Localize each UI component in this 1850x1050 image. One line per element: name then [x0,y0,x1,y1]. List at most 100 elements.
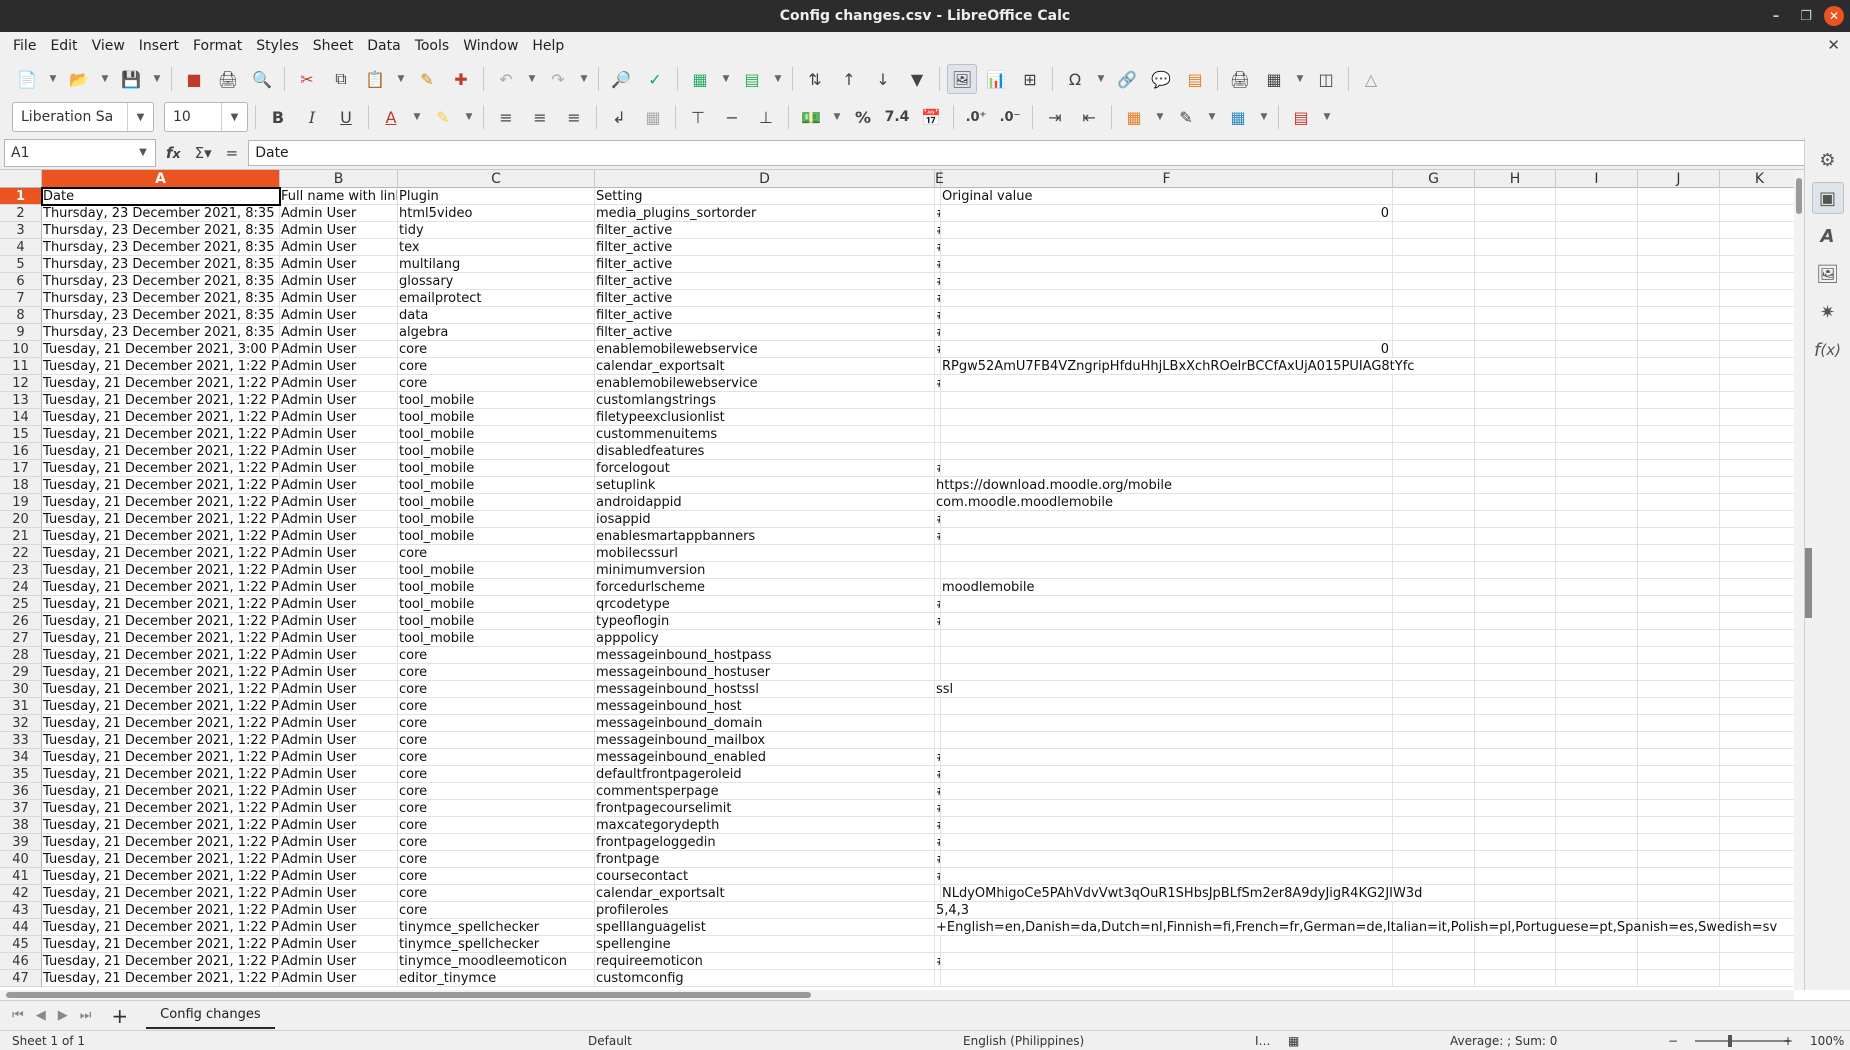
row-icon[interactable]: ▦ [685,64,715,94]
cell-a41[interactable]: Tuesday, 21 December 2021, 1:22 PM [42,868,280,885]
cell-c31[interactable]: core [398,698,595,715]
cell-c8[interactable]: data [398,307,595,324]
row-header[interactable]: 35 [0,766,42,783]
row-header[interactable]: 21 [0,528,42,545]
cell-f47[interactable] [941,970,1393,987]
cell-j19[interactable] [1638,494,1720,511]
cell-b44[interactable]: Admin User [280,919,398,936]
status-language[interactable]: English (Philippines) [963,1034,1084,1048]
cell-b43[interactable]: Admin User [280,902,398,919]
row-header[interactable]: 27 [0,630,42,647]
cell-d30[interactable]: messageinbound_hostssl [595,681,935,698]
cell-g28[interactable] [1393,647,1475,664]
currency-format-icon[interactable]: 💵 [796,102,826,132]
cell-b26[interactable]: Admin User [280,613,398,630]
cell-d20[interactable]: iosappid [595,511,935,528]
zoom-slider-knob[interactable] [1728,1035,1732,1047]
align-left-icon[interactable]: ≡ [491,102,521,132]
borders-dropdown[interactable]: ▼ [1153,102,1167,132]
row-header[interactable]: 25 [0,596,42,613]
menu-sheet[interactable]: Sheet [306,38,360,54]
cell-j32[interactable] [1638,715,1720,732]
cell-j43[interactable] [1638,902,1720,919]
cut-icon[interactable]: ✂ [292,64,322,94]
cell-a31[interactable]: Tuesday, 21 December 2021, 1:22 PM [42,698,280,715]
border-style-icon[interactable]: ✎ [1171,102,1201,132]
cell-h2[interactable] [1475,205,1556,222]
cell-g38[interactable] [1393,817,1475,834]
cell-a4[interactable]: Thursday, 23 December 2021, 8:35 AM [42,239,280,256]
cell-j27[interactable] [1638,630,1720,647]
cell-h32[interactable] [1475,715,1556,732]
cell-i6[interactable] [1556,273,1638,290]
cell-b2[interactable]: Admin User [280,205,398,222]
border-color-icon[interactable]: ▦ [1223,102,1253,132]
freeze-rows-columns-icon[interactable]: ▦ [1259,64,1289,94]
cell-f25[interactable] [941,596,1393,613]
cell-b25[interactable]: Admin User [280,596,398,613]
undo-icon[interactable]: ↶ [491,64,521,94]
cell-k32[interactable] [1720,715,1794,732]
maximize-button[interactable]: ❐ [1794,4,1818,28]
cell-i25[interactable] [1556,596,1638,613]
cell-i34[interactable] [1556,749,1638,766]
cell-j16[interactable] [1638,443,1720,460]
cell-h22[interactable] [1475,545,1556,562]
cell-f21[interactable] [941,528,1393,545]
cell-d25[interactable]: qrcodetype [595,596,935,613]
cell-f40[interactable] [941,851,1393,868]
sidebar-collapse-handle[interactable] [1805,548,1812,618]
cell-k37[interactable] [1720,800,1794,817]
select-all-corner[interactable] [0,170,42,188]
cell-h12[interactable] [1475,375,1556,392]
cell-a25[interactable]: Tuesday, 21 December 2021, 1:22 PM [42,596,280,613]
styles-icon[interactable]: A [1812,220,1844,252]
cell-i33[interactable] [1556,732,1638,749]
row-header[interactable]: 6 [0,273,42,290]
row-header[interactable]: 3 [0,222,42,239]
cell-a14[interactable]: Tuesday, 21 December 2021, 1:22 PM [42,409,280,426]
paste-dropdown[interactable]: ▼ [394,64,408,94]
cell-i42[interactable] [1556,885,1638,902]
cell-h14[interactable] [1475,409,1556,426]
cell-c33[interactable]: core [398,732,595,749]
status-zoom[interactable]: 100% [1810,1034,1844,1048]
cell-c34[interactable]: core [398,749,595,766]
cell-i8[interactable] [1556,307,1638,324]
row-header[interactable]: 8 [0,307,42,324]
cell-i47[interactable] [1556,970,1638,987]
cell-c30[interactable]: core [398,681,595,698]
cell-j8[interactable] [1638,307,1720,324]
cell-d32[interactable]: messageinbound_domain [595,715,935,732]
cell-b32[interactable]: Admin User [280,715,398,732]
cell-g37[interactable] [1393,800,1475,817]
cell-j11[interactable] [1638,358,1720,375]
cell-g24[interactable] [1393,579,1475,596]
cell-k19[interactable] [1720,494,1794,511]
cell-b27[interactable]: Admin User [280,630,398,647]
cell-h20[interactable] [1475,511,1556,528]
cell-i36[interactable] [1556,783,1638,800]
cell-k13[interactable] [1720,392,1794,409]
column-header-j[interactable]: J [1638,170,1720,188]
cell-h5[interactable] [1475,256,1556,273]
cell-j2[interactable] [1638,205,1720,222]
cell-f30[interactable] [941,681,1393,698]
cell-i16[interactable] [1556,443,1638,460]
row-header[interactable]: 36 [0,783,42,800]
cell-a15[interactable]: Tuesday, 21 December 2021, 1:22 PM [42,426,280,443]
cell-a29[interactable]: Tuesday, 21 December 2021, 1:22 PM [42,664,280,681]
column-header-g[interactable]: G [1393,170,1475,188]
cell-g20[interactable] [1393,511,1475,528]
cell-j13[interactable] [1638,392,1720,409]
cell-g41[interactable] [1393,868,1475,885]
cell-d24[interactable]: forcedurlscheme [595,579,935,596]
cell-h41[interactable] [1475,868,1556,885]
cell-d29[interactable]: messageinbound_hostuser [595,664,935,681]
cell-d6[interactable]: filter_active [595,273,935,290]
font-size-combo[interactable]: 10 ▼ [164,102,248,132]
cell-j12[interactable] [1638,375,1720,392]
cell-h43[interactable] [1475,902,1556,919]
cell-d28[interactable]: messageinbound_hostpass [595,647,935,664]
open-icon[interactable]: 📂 [64,64,94,94]
